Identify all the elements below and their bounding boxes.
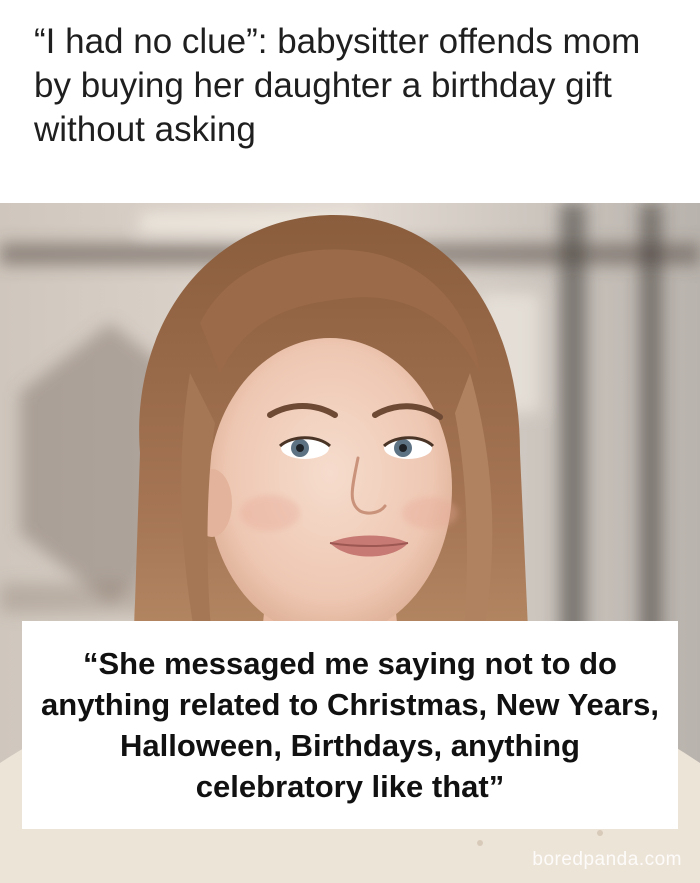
watermark-text: boredpanda.com xyxy=(532,849,682,870)
quote-box: “She messaged me saying not to do anythi… xyxy=(22,621,678,829)
quote-text: “She messaged me saying not to do anythi… xyxy=(41,646,659,804)
headline: “I had no clue”: babysitter offends mom … xyxy=(34,22,641,149)
